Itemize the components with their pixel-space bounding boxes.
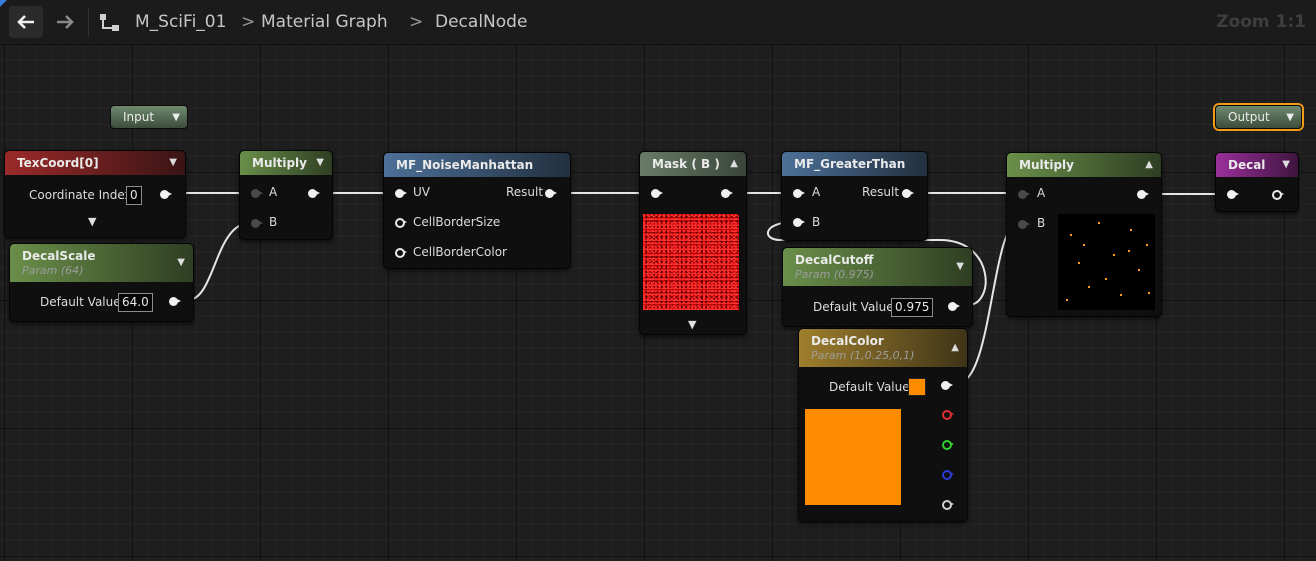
output-pin[interactable] (721, 189, 733, 198)
node-greater-than[interactable]: MF_GreaterThan A Result B (781, 151, 928, 241)
node-title: DecalColor (811, 334, 884, 348)
pin-cell-border-color-label: CellBorderColor (413, 245, 507, 259)
node-subtitle: Param (64) (22, 264, 84, 277)
color-preview-image (805, 409, 901, 505)
pin-a-label: A (812, 185, 821, 199)
input-pin-a[interactable] (793, 189, 805, 198)
node-header: DecalCutoff Param (0.975) ▼ (783, 248, 972, 286)
node-title: MF_GreaterThan (794, 157, 906, 171)
default-value-field[interactable]: 0.975 (891, 298, 934, 317)
input-pin-b[interactable] (251, 219, 263, 228)
node-header: DecalColor Param (1,0.25,0,1) ▲ (799, 329, 967, 367)
input-dropdown-label: Input (123, 110, 155, 124)
chevron-down-icon: ▼ (1286, 112, 1294, 123)
node-header: TexCoord[0] ▼ (5, 151, 185, 175)
chevron-up-icon[interactable]: ▲ (951, 342, 959, 353)
node-title: DecalCutoff (795, 253, 874, 267)
pin-cell-border-size-label: CellBorderSize (413, 215, 501, 229)
input-dropdown[interactable]: Input ▼ (110, 105, 188, 129)
node-header: Multiply ▲ (1007, 153, 1161, 177)
node-title: Multiply (1019, 158, 1074, 172)
input-pin-a[interactable] (251, 189, 263, 198)
node-multiply[interactable]: Multiply ▼ A B (239, 150, 333, 240)
chevron-up-icon[interactable]: ▲ (730, 158, 738, 169)
result-label: Result (862, 185, 900, 199)
output-pin-a[interactable] (942, 500, 954, 510)
node-title: DecalScale (22, 249, 96, 263)
node-title: MF_NoiseManhattan (396, 158, 534, 172)
chevron-down-icon[interactable]: ▼ (956, 261, 964, 272)
chevron-down-icon[interactable]: ▼ (688, 318, 696, 331)
default-value-color-picker[interactable] (908, 378, 926, 396)
output-pin-result[interactable] (545, 189, 557, 198)
chevron-down-icon[interactable]: ▼ (316, 157, 324, 168)
pin-a-label: A (1037, 186, 1046, 200)
output-pin-rgb[interactable] (941, 381, 953, 390)
output-pin[interactable] (169, 297, 181, 306)
coordinate-index-label: Coordinate Index (29, 188, 132, 202)
default-value-label: Default Value (813, 300, 894, 314)
output-pin[interactable] (160, 190, 172, 199)
input-pin-cell-border-size[interactable] (395, 218, 407, 228)
output-dropdown[interactable]: Output ▼ (1215, 105, 1302, 129)
input-pin-uv[interactable] (395, 189, 407, 198)
node-title: Mask ( B ) (652, 157, 720, 171)
output-pin-result[interactable] (902, 189, 914, 198)
node-decal-scale[interactable]: DecalScale Param (64) ▼ Default Value 64… (9, 243, 194, 322)
node-header: DecalScale Param (64) ▼ (10, 244, 193, 282)
input-pin[interactable] (1227, 190, 1239, 199)
node-header: Mask ( B ) ▲ (640, 152, 746, 176)
chevron-down-icon[interactable]: ▼ (88, 215, 96, 228)
input-pin-cell-border-color[interactable] (395, 248, 407, 258)
node-header: MF_GreaterThan (782, 152, 927, 176)
default-value-label: Default Value (40, 295, 121, 309)
output-pin-r[interactable] (942, 410, 954, 420)
node-subtitle: Param (0.975) (795, 268, 874, 281)
node-title: TexCoord[0] (17, 156, 99, 170)
coordinate-index-field[interactable]: 0 (126, 186, 142, 205)
node-decal[interactable]: Decal ▼ (1215, 152, 1299, 212)
pin-a-label: A (269, 185, 278, 199)
mask-preview-image (643, 214, 739, 310)
output-pin-b[interactable] (942, 470, 954, 480)
chevron-down-icon: ▼ (172, 112, 180, 123)
chevron-down-icon[interactable]: ▼ (1282, 159, 1290, 170)
output-pin[interactable] (308, 189, 320, 198)
multiply-preview-image (1058, 214, 1155, 310)
input-pin-b[interactable] (793, 218, 805, 227)
input-pin[interactable] (651, 189, 663, 198)
chevron-down-icon[interactable]: ▼ (169, 157, 177, 168)
node-decal-color[interactable]: DecalColor Param (1,0.25,0,1) ▲ Default … (798, 328, 968, 522)
node-noise-manhattan[interactable]: MF_NoiseManhattan UV Result CellBorderSi… (383, 152, 571, 269)
output-pin-g[interactable] (942, 440, 954, 450)
node-header: Decal ▼ (1216, 153, 1298, 177)
input-pin-b[interactable] (1018, 220, 1030, 229)
default-value-field[interactable]: 64.0 (118, 293, 153, 312)
default-value-label: Default Value (829, 380, 910, 394)
node-title: Decal (1228, 158, 1266, 172)
result-label: Result (506, 185, 544, 199)
node-texcoord[interactable]: TexCoord[0] ▼ Coordinate Index 0 ▼ (4, 150, 186, 238)
node-subtitle: Param (1,0.25,0,1) (811, 349, 915, 362)
node-multiply[interactable]: Multiply ▲ A B (1006, 152, 1162, 317)
node-decal-cutoff[interactable]: DecalCutoff Param (0.975) ▼ Default Valu… (782, 247, 973, 327)
pin-b-label: B (269, 215, 278, 229)
node-title: Multiply (252, 156, 307, 170)
chevron-down-icon[interactable]: ▼ (177, 257, 185, 268)
output-pin[interactable] (948, 302, 960, 311)
output-pin[interactable] (1272, 190, 1284, 200)
node-header: MF_NoiseManhattan (384, 153, 570, 177)
pin-uv-label: UV (413, 185, 430, 199)
pin-b-label: B (1037, 216, 1046, 230)
input-pin-a[interactable] (1018, 190, 1030, 199)
chevron-up-icon[interactable]: ▲ (1145, 159, 1153, 170)
output-pin[interactable] (1137, 190, 1149, 199)
node-header: Multiply ▼ (240, 151, 332, 175)
node-mask[interactable]: Mask ( B ) ▲ ▼ (639, 151, 747, 335)
pin-b-label: B (812, 215, 821, 229)
output-dropdown-label: Output (1228, 110, 1270, 124)
